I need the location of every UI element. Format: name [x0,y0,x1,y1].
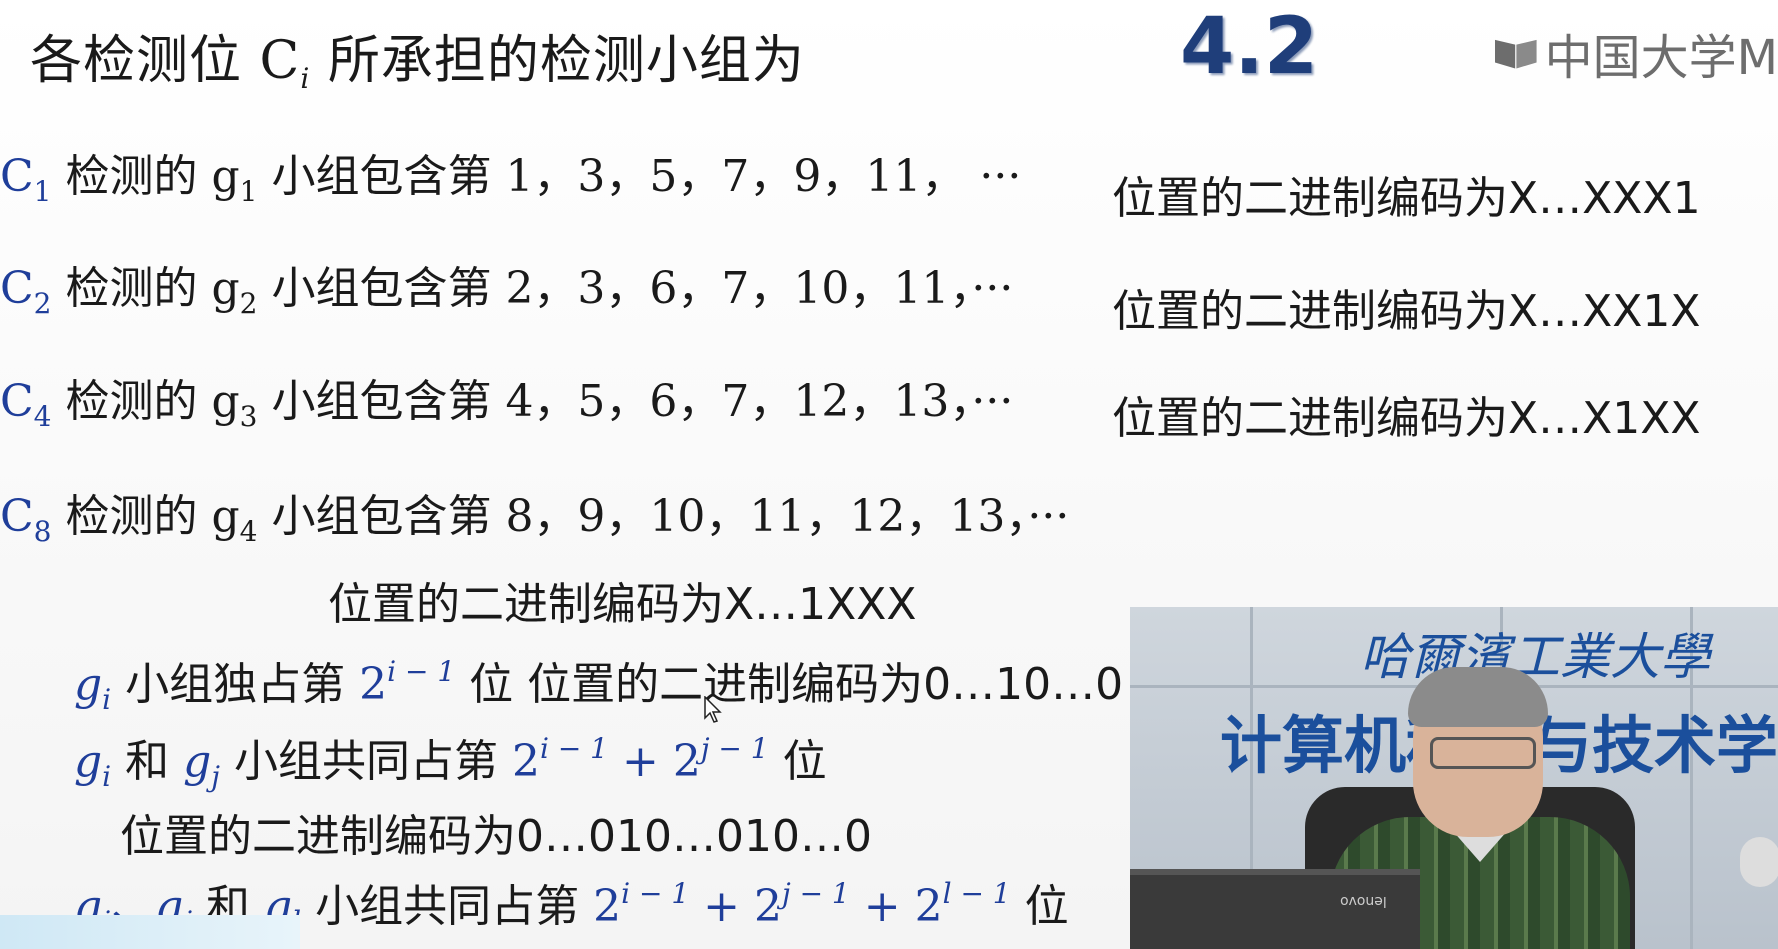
power-base-1: 2 [593,881,622,932]
check-bit-sub: 1 [33,175,52,208]
rule-text-end: 位 [768,736,827,787]
check-row-c2: C2 检测的 g2 小组包含第 2，3，6，7，10，11，··· [0,252,1013,320]
rule-and: 和 [111,736,184,787]
title-prefix: 各检测位 C [30,31,301,91]
power-base-2: 2 [753,881,782,932]
decorative-strip [0,915,300,949]
row-text: 小组包含第 2，3，6，7，10，11，··· [257,263,1014,314]
lecturer-video[interactable]: 哈爾濱工業大學 计算机科学与技术学院 lenovo [1130,607,1778,949]
rule-group-j-sub: j [211,760,220,793]
power-base-3: 2 [914,881,943,932]
row-text: 小组包含第 4，5，6，7，12，13，··· [257,376,1014,427]
power-base-1: 2 [511,736,540,787]
laptop-brand: lenovo [1340,893,1387,909]
group-sub: 3 [239,400,258,433]
check-bit-sub: 2 [33,287,52,320]
row-code-c8: 位置的二进制编码为X…1XXX [328,579,917,630]
power-exp-2: j − 1 [781,877,850,910]
section-number: 4.2 [1180,2,1319,92]
row-mid: 检测的 g [51,151,240,202]
slide-title: 各检测位 Ci 所承担的检测小组为 [30,18,805,95]
rule-text-end: 位 [1010,881,1069,932]
row-mid: 检测的 g [51,263,240,314]
rule-text: 小组共同占第 [301,881,594,932]
rule-pair: gi 和 gj 小组共同占第 2i − 1 + 2j − 1 位 [74,725,827,793]
row-code-c4: 位置的二进制编码为X…X1XX [1112,393,1701,444]
power-exp-1: i − 1 [621,877,690,910]
check-bit-sub: 8 [33,515,52,548]
group-sub: 2 [239,287,258,320]
check-bit-name: C [0,263,34,314]
lecturer-hair [1408,667,1548,727]
book-logo-icon [1495,39,1537,69]
power-base: 2 [359,659,388,710]
microphone-icon [1740,837,1778,887]
rule-code: 位 位置的二进制编码为0…10…0 [455,659,1124,710]
plus-sign: + [608,736,673,787]
title-sub: i [300,62,311,95]
group-sub: 4 [239,515,258,548]
check-bit-name: C [0,491,34,542]
rule-pair-code: 位置的二进制编码为0…010…010…0 [120,811,872,862]
rule-text: 小组独占第 [111,659,360,710]
laptop: lenovo [1130,869,1420,949]
row-mid: 检测的 g [51,491,240,542]
lecturer-glasses [1430,737,1536,769]
power-base-2: 2 [672,736,701,787]
plus-sign-1: + [689,881,754,932]
rule-group-i: g [74,736,103,787]
rule-group: g [74,659,103,710]
mooc-logo: 中国大学M [1495,18,1778,88]
rule-exclusive: gi 小组独占第 2i − 1 位 位置的二进制编码为0…10…0 [74,648,1123,716]
logo-text: 中国大学M [1544,30,1778,86]
row-mid: 检测的 g [51,376,240,427]
check-bit-name: C [0,151,34,202]
check-row-c1: C1 检测的 g1 小组包含第 1，3，5，7，9，11， ··· [0,140,1021,208]
university-banner: 哈爾濱工業大學 [1360,628,1710,686]
power-exp-3: l − 1 [942,877,1011,910]
power-exp: i − 1 [387,655,456,688]
group-sub: 1 [239,175,258,208]
rule-group-i-sub: i [102,760,112,793]
rule-group-sub: i [102,683,112,716]
row-code-c2: 位置的二进制编码为X…XX1X [1112,286,1701,337]
check-row-c4: C4 检测的 g3 小组包含第 4，5，6，7，12，13，··· [0,365,1013,433]
row-code-c1: 位置的二进制编码为X…XXX1 [1112,173,1701,224]
rule-group-j: g [183,736,212,787]
row-text: 小组包含第 1，3，5，7，9，11， ··· [257,151,1022,202]
power-exp-2: j − 1 [700,732,769,765]
plus-sign-2: + [849,881,915,932]
mouse-cursor-icon [704,696,722,723]
rule-text: 小组共同占第 [219,736,512,787]
check-bit-name: C [0,376,34,427]
row-text: 小组包含第 8，9，10，11，12，13，··· [257,491,1070,542]
check-row-c8: C8 检测的 g4 小组包含第 8，9，10，11，12，13，··· [0,480,1069,548]
power-exp-1: i − 1 [539,732,608,765]
check-bit-sub: 4 [33,400,52,433]
title-suffix: 所承担的检测小组为 [310,31,805,91]
